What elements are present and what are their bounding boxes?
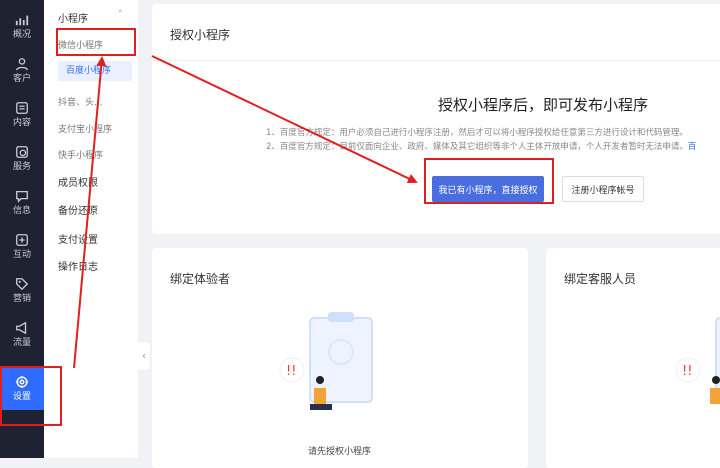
tester-card-title: 绑定体验者: [170, 272, 231, 286]
rail-item-label: 营销: [12, 293, 31, 304]
service-card-title: 绑定客服人员: [564, 272, 637, 286]
tester-card: 绑定体验者 !! 请先授权小程序: [152, 248, 528, 468]
rail-item-label: 信息: [12, 205, 31, 216]
rail-item-label: 服务: [12, 161, 31, 172]
chevron-left-icon: ‹: [142, 350, 146, 362]
subnav-item-douyin[interactable]: 抖音、头...: [58, 95, 103, 108]
subnav-item-alipay[interactable]: 支付宝小程序: [58, 122, 112, 135]
authorize-card-title: 授权小程序: [170, 28, 231, 42]
service-card: 绑定客服人员 !!: [546, 248, 720, 468]
subnav-item-payment[interactable]: 支付设置: [58, 231, 98, 246]
empty-clipboard-illustration: !!: [675, 317, 720, 404]
annotation-box-wechat: [56, 28, 136, 56]
service-icon: [16, 145, 28, 158]
tag-icon: [16, 277, 29, 290]
user-icon: [16, 57, 28, 70]
rail-item-content[interactable]: 内容: [0, 92, 44, 136]
divider: [152, 60, 720, 61]
rail-item-overview[interactable]: 概况: [0, 4, 44, 48]
rail-item-traffic[interactable]: 流量: [0, 312, 44, 356]
content-icon: [16, 101, 28, 114]
subnav-item-baidu[interactable]: 百度小程序: [58, 61, 132, 81]
subnav-item-member-permission[interactable]: 成员权限: [58, 174, 98, 189]
rule-2: 2、百度官方规定：目前仅面向企业、政府、媒体及其它组织等非个人主体开放申请，个人…: [266, 140, 696, 152]
rail-item-label: 互动: [12, 249, 31, 260]
rail-item-label: 客户: [12, 73, 31, 84]
rail-item-label: 概况: [12, 29, 31, 40]
rail-item-label: 内容: [12, 117, 31, 128]
interaction-icon: [16, 233, 28, 246]
collapse-sidebar-button[interactable]: ‹: [138, 342, 150, 370]
rule-2-link[interactable]: 百: [688, 142, 697, 152]
tester-empty-text: 请先授权小程序: [308, 447, 372, 457]
chevron-up-icon[interactable]: ˄: [118, 10, 123, 20]
chart-icon: [15, 15, 29, 25]
svg-text:!!: !!: [286, 364, 296, 379]
empty-clipboard-illustration: !!: [279, 312, 373, 410]
rule-1: 1、百度官方规定：用户必须自己进行小程序注册，然后才可以将小程序授权给任意第三方…: [266, 128, 688, 138]
subnav-group-mini-program[interactable]: 小程序: [58, 10, 88, 25]
annotation-box-settings: [0, 366, 62, 426]
authorize-heading: 授权小程序后，即可发布小程序: [438, 96, 649, 114]
subnav-item-logs[interactable]: 操作日志: [58, 258, 98, 273]
rail-item-interaction[interactable]: 互动: [0, 224, 44, 268]
message-icon: [16, 190, 28, 203]
rail-item-marketing[interactable]: 营销: [0, 268, 44, 312]
megaphone-icon: [16, 321, 27, 334]
annotation-box-authorize-button: [424, 158, 554, 204]
subnav-item-kuaishou[interactable]: 快手小程序: [58, 148, 103, 161]
rail-item-label: 流量: [12, 337, 31, 348]
subnav-item-backup[interactable]: 备份还原: [58, 202, 98, 217]
rail-item-service[interactable]: 服务: [0, 136, 44, 180]
rail-item-message[interactable]: 信息: [0, 180, 44, 224]
rail-item-customer[interactable]: 客户: [0, 48, 44, 92]
rule-2-text: 2、百度官方规定：目前仅面向企业、政府、媒体及其它组织等非个人主体开放申请，个人…: [266, 142, 688, 152]
register-account-button[interactable]: 注册小程序帐号: [562, 176, 644, 202]
svg-text:!!: !!: [682, 364, 692, 379]
